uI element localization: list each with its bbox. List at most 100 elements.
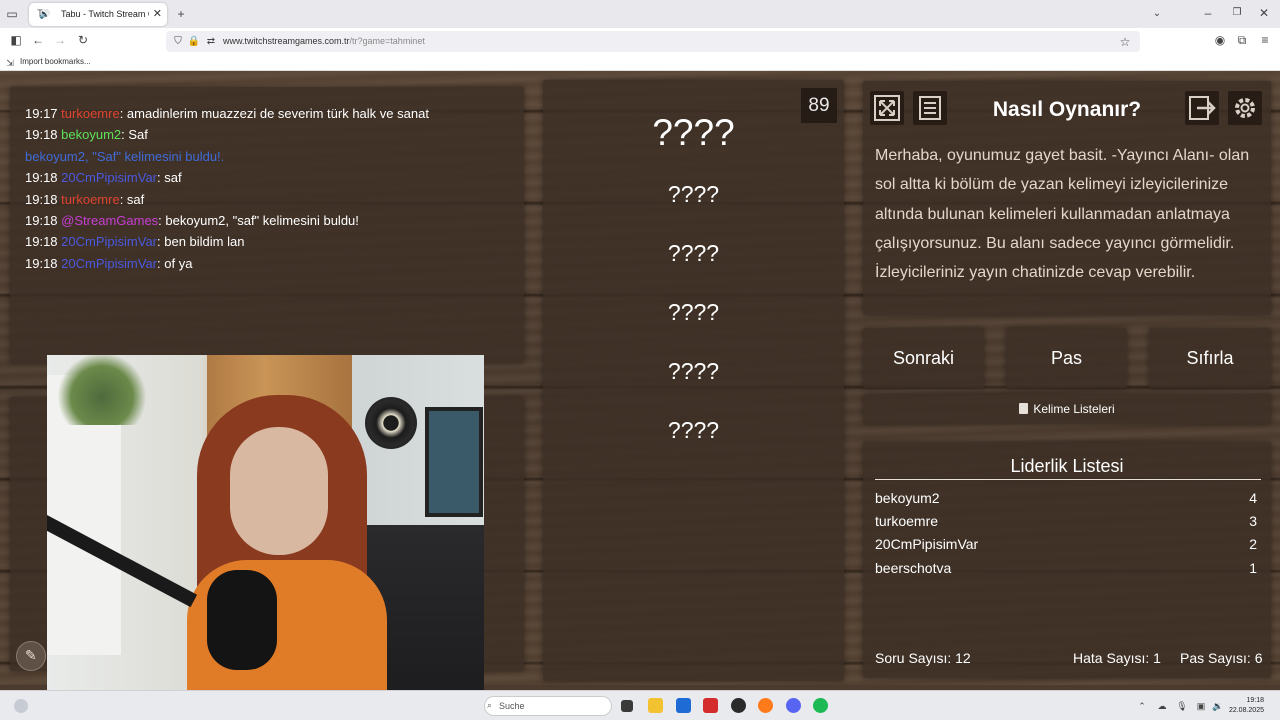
reset-button[interactable]: Sıfırla	[1149, 328, 1271, 388]
discord-icon[interactable]	[786, 698, 801, 713]
chat-message: 19:18 bekoyum2: Saf	[25, 127, 148, 142]
leaderboard-score: 1	[1249, 559, 1257, 576]
chat-username[interactable]: 20CmPipisimVar	[61, 170, 157, 185]
reload-icon[interactable]: ↻	[75, 33, 91, 47]
question-count: Soru Sayısı: 12	[875, 650, 971, 666]
pass-button[interactable]: Pas	[1006, 328, 1127, 388]
leaderboard-row: bekoyum2 4	[875, 490, 1257, 506]
sidebar-icon[interactable]: ◧	[8, 33, 24, 47]
main-word: ????	[652, 112, 735, 153]
import-icon[interactable]: ⇲	[5, 56, 15, 70]
chat-timestamp: 19:18	[25, 127, 58, 143]
taskbar-search[interactable]: ⌕ Suche	[484, 696, 612, 716]
chat-username[interactable]: turkoemre	[61, 192, 120, 207]
new-tab-icon[interactable]: +	[173, 7, 189, 21]
chat-username[interactable]: 20CmPipisimVar	[61, 234, 157, 249]
task-view-icon[interactable]	[621, 700, 633, 712]
leaderboard-score: 3	[1249, 513, 1257, 530]
chat-text: : ben bildim lan	[157, 234, 245, 250]
how-to-play-panel: Nasıl Oynanır? Merhaba, oyunumuz gayet b…	[863, 81, 1271, 315]
microphone-tray-icon[interactable]: 🎙	[1174, 699, 1190, 713]
chat-text: : saf	[119, 191, 145, 207]
pass-count: Pas Sayısı: 6	[1180, 650, 1263, 666]
chat-text: : bekoyum2, "saf" kelimesini buldu!	[158, 213, 359, 228]
next-button[interactable]: Sonraki	[863, 328, 984, 388]
cloud-icon[interactable]: ☁	[1154, 699, 1170, 713]
leaderboard-row: turkoemre 3	[875, 513, 1257, 529]
clock-time: 19:18	[1246, 697, 1264, 704]
lock-icon[interactable]: 🔒	[186, 35, 202, 49]
file-explorer-icon[interactable]	[648, 698, 663, 713]
shield-icon[interactable]: ⛉	[170, 35, 186, 49]
logout-button[interactable]	[1185, 91, 1219, 125]
tab-list-icon[interactable]: ⌄	[1149, 7, 1165, 21]
chat-message: 19:18 20CmPipisimVar: saf	[25, 170, 182, 185]
chat-message: 19:17 turkoemre: amadinlerim muazzezi de…	[25, 106, 429, 121]
tab-overview-icon[interactable]: ▭	[4, 7, 20, 21]
close-tab-icon[interactable]: ✕	[153, 7, 162, 20]
app-red-icon[interactable]	[703, 698, 718, 713]
search-icon: ⌕	[487, 700, 493, 710]
tab-title: Tabu - Twitch Stream Games	[61, 9, 149, 19]
address-bar[interactable]: ⛉ 🔒 ⇄ www.twitchstreamgames.com.tr/tr?ga…	[166, 31, 1140, 52]
taskbar-clock[interactable]: 19:18 22.08.2025	[1229, 696, 1264, 716]
leaderboard-title: Liderlik Listesi	[1010, 456, 1124, 476]
picture-frame-image	[425, 407, 483, 517]
chat-username[interactable]: turkoemre	[61, 106, 120, 121]
forbidden-word: ????	[667, 181, 720, 207]
word-lists-button[interactable]: Kelime Listeleri	[863, 394, 1271, 424]
chat-message: 19:18 20CmPipisimVar: ben bildim lan	[25, 234, 244, 249]
leaderboard-row: beerschotva 1	[875, 560, 1257, 576]
chat-username[interactable]: bekoyum2	[61, 127, 121, 142]
webcam-overlay	[47, 355, 484, 720]
speaker-icon[interactable]: 🔊	[39, 7, 50, 21]
dartboard-image	[365, 397, 417, 449]
close-window-icon[interactable]: ✕	[1256, 6, 1272, 20]
widgets-icon[interactable]	[14, 699, 28, 713]
volume-icon[interactable]: 🔉	[1210, 699, 1226, 713]
forbidden-word: ????	[667, 299, 720, 325]
chat-message: 19:18 20CmPipisimVar: of ya	[25, 256, 192, 271]
store-icon[interactable]	[676, 698, 691, 713]
chat-username[interactable]: 20CmPipisimVar	[61, 256, 157, 271]
extensions-icon[interactable]: ⧉	[1234, 33, 1250, 47]
pencil-icon: ✎	[25, 647, 37, 663]
chat-timestamp: 19:18	[25, 170, 58, 186]
firefox-icon[interactable]	[758, 698, 773, 713]
account-icon[interactable]: ◉	[1212, 33, 1228, 47]
chat-username[interactable]: @StreamGames	[61, 213, 158, 228]
search-placeholder: Suche	[499, 701, 525, 711]
leaderboard-name: beerschotva	[875, 559, 952, 576]
tray-chevron-icon[interactable]: ⌃	[1134, 699, 1150, 713]
spotify-icon[interactable]	[813, 698, 828, 713]
leaderboard-score: 4	[1249, 490, 1257, 506]
back-icon[interactable]: ←	[30, 33, 46, 47]
settings-button[interactable]	[1228, 91, 1262, 125]
permissions-icon[interactable]: ⇄	[203, 35, 219, 49]
import-bookmarks-link[interactable]: Import bookmarks...	[20, 57, 91, 66]
forbidden-word: ????	[667, 240, 720, 266]
plant-image	[57, 355, 147, 425]
error-count: Hata Sayısı: 1	[1073, 650, 1161, 666]
minimize-icon[interactable]: –	[1200, 6, 1216, 20]
leaderboard-row: 20CmPipisimVar 2	[875, 536, 1257, 552]
app-dark-icon[interactable]	[731, 698, 746, 713]
chat-timestamp: 19:18	[25, 213, 58, 228]
browser-tab-bar: ▭ T 🔊 Tabu - Twitch Stream Games ✕ + ⌄ –…	[0, 0, 1280, 28]
forbidden-word: ????	[667, 358, 720, 384]
chat-text: : of ya	[157, 255, 193, 271]
maximize-icon[interactable]: ❐	[1229, 6, 1245, 20]
menu-icon[interactable]: ≡	[1257, 33, 1273, 47]
logout-icon	[1189, 96, 1216, 120]
how-to-play-text: Merhaba, oyunumuz gayet basit. -Yayıncı …	[875, 147, 1250, 282]
gear-icon	[1235, 98, 1255, 118]
display-icon[interactable]: ▣	[1193, 699, 1209, 713]
clock-date: 22.08.2025	[1228, 707, 1264, 714]
forbidden-word: ????	[667, 417, 720, 443]
forward-icon[interactable]: →	[52, 33, 68, 47]
browser-tab[interactable]: T 🔊 Tabu - Twitch Stream Games ✕	[29, 3, 167, 26]
bookmark-star-icon[interactable]: ☆	[1117, 35, 1133, 49]
pencil-button[interactable]: ✎	[16, 641, 46, 671]
chat-timestamp: 19:18	[25, 191, 58, 207]
chat-text: : amadinlerim muazzezi de severim türk h…	[119, 106, 429, 121]
